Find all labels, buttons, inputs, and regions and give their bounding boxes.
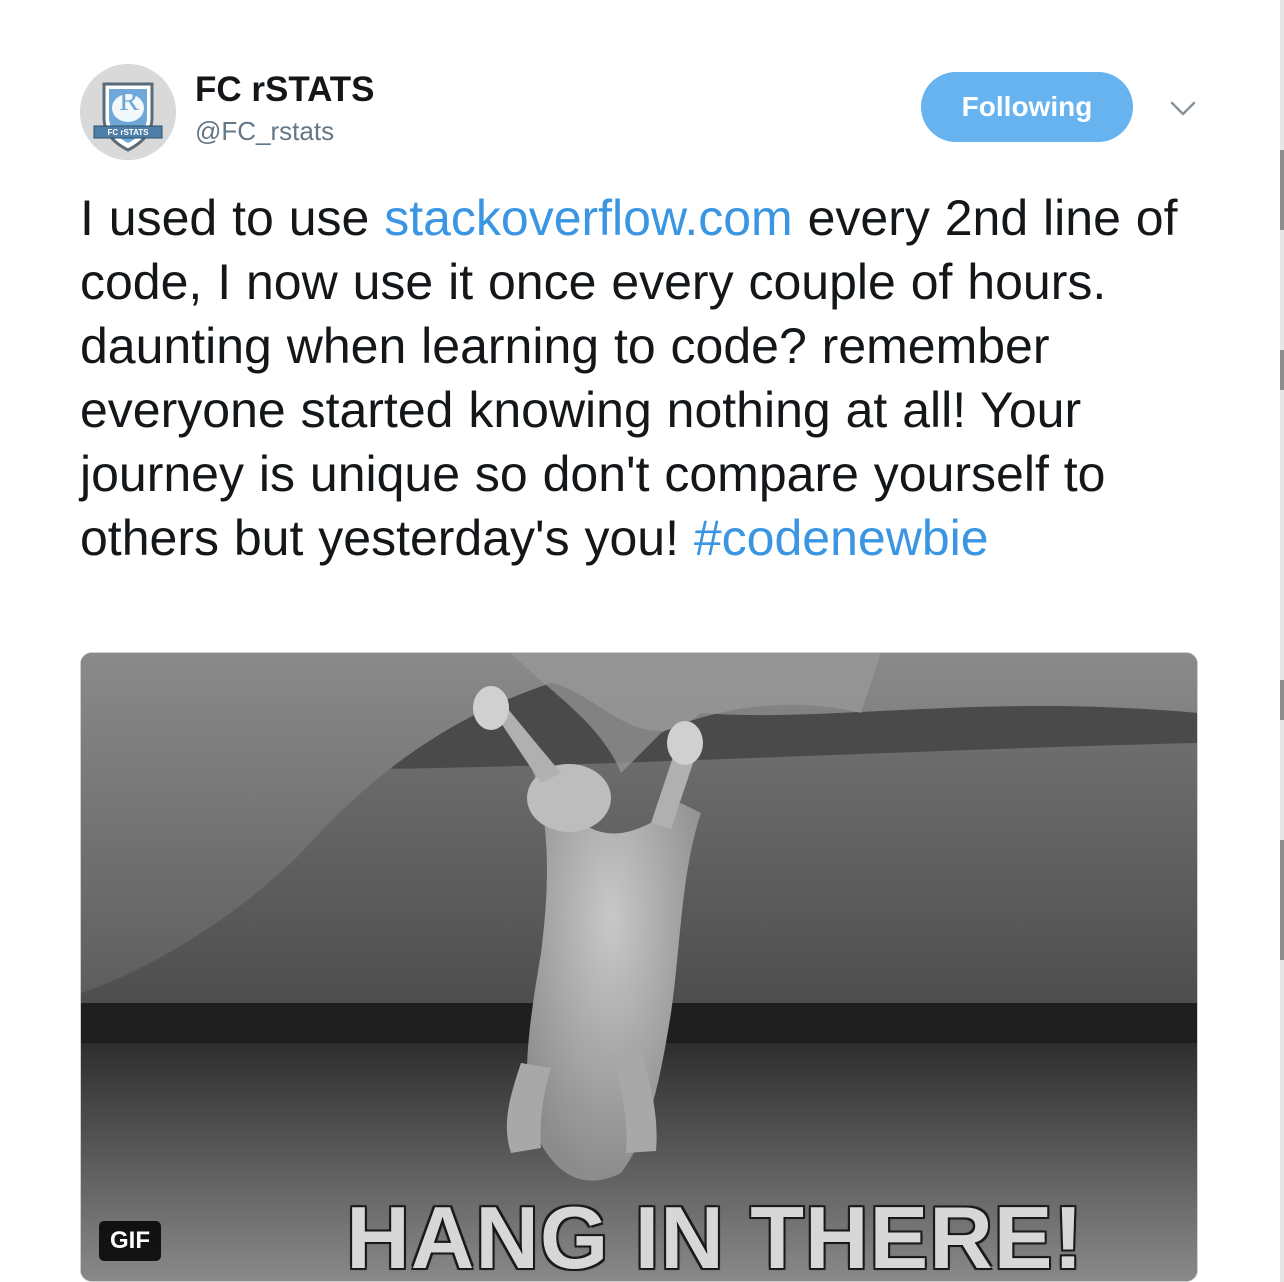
gif-media[interactable]: HANG IN THERE! GIF (80, 652, 1198, 1282)
display-name[interactable]: FC rSTATS (195, 70, 375, 110)
gif-caption: HANG IN THERE! (346, 1188, 1084, 1282)
hashtag-link[interactable]: #codenewbie (694, 510, 989, 566)
avatar-banner-text: FC rSTATS (107, 128, 149, 137)
chevron-down-icon[interactable] (1168, 94, 1198, 124)
avatar-letter: R (118, 84, 139, 117)
window-edge (1280, 0, 1284, 1282)
gif-badge: GIF (99, 1221, 161, 1261)
tweet-text: I used to use stackoverflow.com every 2n… (80, 186, 1220, 570)
tweet-card: R FC rSTATS FC rSTATS @FC_rstats Followi… (0, 0, 1278, 1282)
tweet-text-part: I used to use (80, 190, 385, 246)
following-button[interactable]: Following (921, 72, 1133, 142)
tweet-text-part: every 2nd line of code, I now use it onc… (80, 190, 1193, 566)
user-handle[interactable]: @FC_rstats (195, 116, 334, 147)
stackoverflow-link[interactable]: stackoverflow.com (384, 190, 792, 246)
